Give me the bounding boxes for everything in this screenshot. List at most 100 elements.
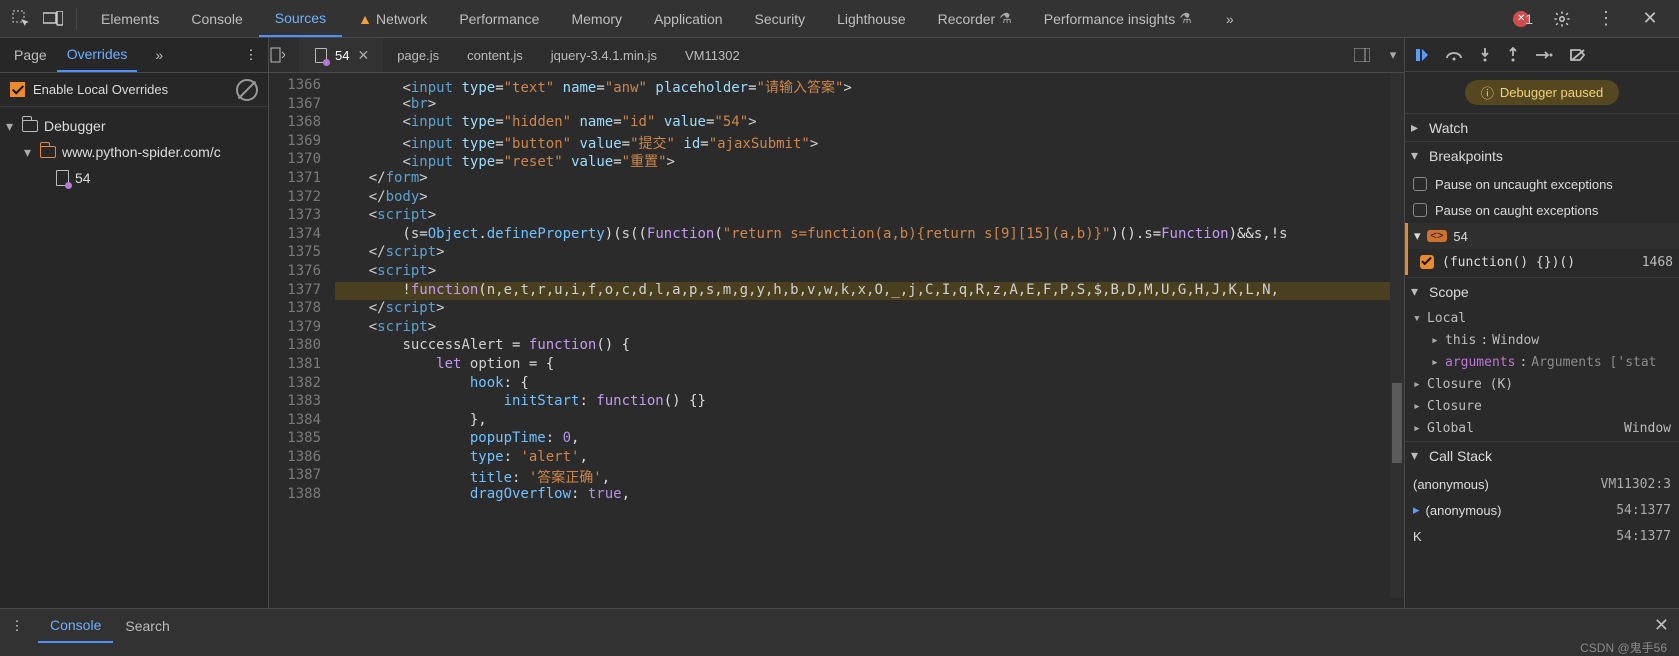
settings-icon[interactable] <box>1547 4 1577 34</box>
nav-tab-page[interactable]: Page <box>4 38 57 72</box>
navigator-tabs: PageOverrides » ⋮ <box>0 38 268 73</box>
panel-tab-recorder[interactable]: Recorder⚗ <box>922 0 1028 37</box>
bp-line: 1468 <box>1642 255 1673 270</box>
folder-label: Debugger <box>44 118 106 134</box>
callstack-frame[interactable]: K 54:1377 <box>1405 523 1679 549</box>
panel-tab-memory[interactable]: Memory <box>555 0 638 37</box>
step-over-icon[interactable] <box>1445 48 1463 62</box>
step-out-icon[interactable] <box>1507 47 1519 63</box>
close-tab-icon[interactable]: ✕ <box>357 47 369 64</box>
caret-down-icon: ▾ <box>1411 147 1423 164</box>
tree-file[interactable]: 54 <box>6 165 262 191</box>
step-into-icon[interactable] <box>1479 47 1491 63</box>
inspect-icon[interactable] <box>6 4 36 34</box>
scope-global[interactable]: ▸GlobalWindow <box>1405 417 1679 439</box>
section-title: Call Stack <box>1429 448 1492 464</box>
editor-more-icon[interactable]: ▾ <box>1382 47 1404 63</box>
breakpoint-file-header[interactable]: ▾ <> 54 <box>1405 223 1679 249</box>
scope-closure[interactable]: ▸Closure <box>1405 395 1679 417</box>
close-devtools-icon[interactable]: ✕ <box>1635 4 1665 34</box>
close-drawer-icon[interactable]: ✕ <box>1654 615 1669 636</box>
clear-overrides-icon[interactable] <box>236 79 258 101</box>
panel-tab-network[interactable]: ▲Network <box>342 0 443 37</box>
caret-down-icon: ▾ <box>1411 283 1423 300</box>
code-editor[interactable]: 1366136713681369137013711372137313741375… <box>269 73 1404 612</box>
panel-tab-console[interactable]: Console <box>175 0 258 37</box>
scope-section[interactable]: ▾ Scope <box>1405 277 1679 305</box>
toggle-reader-icon[interactable] <box>1354 48 1382 62</box>
folder-icon <box>40 146 56 158</box>
enable-overrides-checkbox[interactable] <box>10 82 25 97</box>
caret-down-icon: ▾ <box>1411 447 1423 464</box>
editor-tab[interactable]: content.js <box>453 38 537 72</box>
file-chip-icon: <> <box>1427 230 1448 242</box>
drawer-menu-icon[interactable]: ⋮ <box>6 618 28 634</box>
caret-right-icon: ▸ <box>1411 119 1423 136</box>
frame-name: K <box>1413 529 1422 544</box>
editor-tab[interactable]: 54✕ <box>299 38 383 72</box>
tree-folder-domain[interactable]: ▾ www.python-spider.com/c <box>6 139 262 165</box>
overrides-file-tree: ▾ Debugger ▾ www.python-spider.com/c 54 <box>0 107 268 197</box>
file-nav-icon[interactable] <box>269 47 299 63</box>
scope-arguments[interactable]: ▸arguments: Arguments ['stat <box>1405 351 1679 373</box>
deactivate-breakpoints-icon[interactable] <box>1569 48 1587 62</box>
tab-label: page.js <box>397 48 439 63</box>
frame-name: (anonymous) <box>1426 503 1502 518</box>
callstack-frame[interactable]: (anonymous)54:1377 <box>1405 497 1679 523</box>
bp-file-label: 54 <box>1453 229 1467 244</box>
drawer-tabs: ⋮ ConsoleSearch <box>0 609 1679 643</box>
nav-tab-overrides[interactable]: Overrides <box>57 38 138 72</box>
code-content[interactable]: <input type="text" name="anw" placeholde… <box>335 73 1404 612</box>
scope-this[interactable]: ▸this: Window <box>1405 329 1679 351</box>
file-icon <box>56 170 69 186</box>
more-tabs-icon[interactable]: » <box>1210 0 1250 37</box>
pause-caught-row[interactable]: Pause on caught exceptions <box>1405 197 1679 223</box>
breakpoints-body: Pause on uncaught exceptions Pause on ca… <box>1405 169 1679 277</box>
resume-icon[interactable] <box>1415 48 1429 62</box>
panel-tab-lighthouse[interactable]: Lighthouse <box>821 0 922 37</box>
panel-tab-elements[interactable]: Elements <box>85 0 175 37</box>
kebab-menu-icon[interactable]: ⋮ <box>1591 4 1621 34</box>
checkbox-checked[interactable] <box>1420 255 1434 269</box>
more-nav-tabs-icon[interactable]: » <box>145 38 173 72</box>
frame-location: 54:1377 <box>1616 529 1671 544</box>
tree-folder-root[interactable]: ▾ Debugger <box>6 113 262 139</box>
drawer-tab-search[interactable]: Search <box>113 609 181 643</box>
checkbox[interactable] <box>1413 177 1427 191</box>
panel-tab-performance[interactable]: Performance <box>443 0 555 37</box>
step-icon[interactable] <box>1535 49 1553 61</box>
callstack-section[interactable]: ▾ Call Stack <box>1405 441 1679 469</box>
editor-tab[interactable]: VM11302 <box>671 38 754 72</box>
panel-tab-security[interactable]: Security <box>739 0 822 37</box>
scope-closure-k[interactable]: ▸Closure (K) <box>1405 373 1679 395</box>
breakpoints-section[interactable]: ▾ Breakpoints <box>1405 141 1679 169</box>
panel-tab-application[interactable]: Application <box>638 0 739 37</box>
paused-label: Debugger paused <box>1500 85 1603 100</box>
panel-tab-performance-insights[interactable]: Performance insights⚗ <box>1028 0 1208 37</box>
navigator-menu-icon[interactable]: ⋮ <box>238 47 264 63</box>
callstack-body: (anonymous)VM11302:3(anonymous)54:1377 K 5… <box>1405 469 1679 551</box>
editor-tab[interactable]: jquery-3.4.1.min.js <box>537 38 671 72</box>
device-toggle-icon[interactable] <box>38 4 68 34</box>
breakpoint-entry[interactable]: (function() {})() 1468 <box>1405 249 1679 275</box>
checkbox[interactable] <box>1413 203 1427 217</box>
watch-section[interactable]: ▸ Watch <box>1405 113 1679 141</box>
error-indicator[interactable]: ✕ 1 <box>1513 11 1533 27</box>
info-icon: ⓘ <box>1481 83 1494 102</box>
section-title: Watch <box>1429 120 1468 136</box>
editor-vscrollbar[interactable] <box>1390 73 1404 598</box>
panel-tab-sources[interactable]: Sources <box>259 0 342 37</box>
scope-local[interactable]: ▾Local <box>1405 307 1679 329</box>
line-number-gutter: 1366136713681369137013711372137313741375… <box>269 73 335 612</box>
editor-tabs: 54✕ page.js content.js jquery-3.4.1.min.js V… <box>269 38 1404 73</box>
drawer-tab-console[interactable]: Console <box>38 609 113 643</box>
pause-uncaught-row[interactable]: Pause on uncaught exceptions <box>1405 171 1679 197</box>
main-row: PageOverrides » ⋮ Enable Local Overrides… <box>0 38 1679 656</box>
callstack-frame[interactable]: (anonymous)VM11302:3 <box>1405 471 1679 497</box>
section-title: Scope <box>1429 284 1469 300</box>
editor-tab[interactable]: page.js <box>383 38 453 72</box>
section-title: Breakpoints <box>1429 148 1503 164</box>
file-icon <box>315 48 327 63</box>
tab-label: jquery-3.4.1.min.js <box>551 48 657 63</box>
watermark: CSDN @鬼手56 <box>1580 639 1667 656</box>
